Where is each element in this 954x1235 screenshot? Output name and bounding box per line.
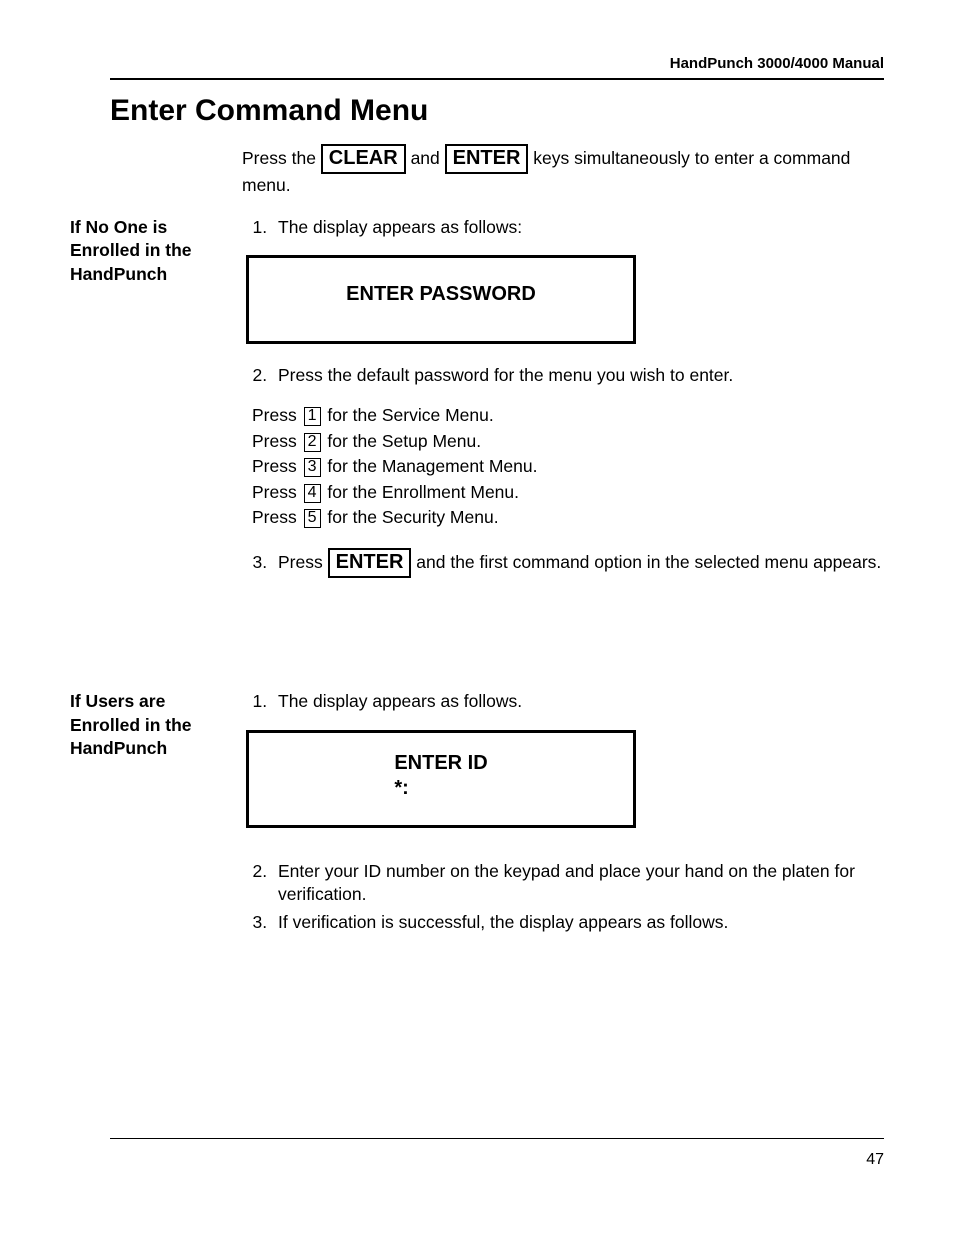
- page-number: 47: [866, 1151, 884, 1169]
- digit-1-icon: 1: [304, 407, 321, 426]
- digit-5-icon: 5: [304, 509, 321, 528]
- side-heading-1: If No One is Enrolled in the HandPunch: [70, 216, 234, 287]
- menu-line-4: Press 4 for the Enrollment Menu.: [252, 481, 884, 505]
- enter-keycap-2: ENTER: [328, 548, 412, 578]
- s1-step2: Press the default password for the menu …: [272, 364, 884, 388]
- digit-3-icon: 3: [304, 458, 321, 477]
- section-users-enrolled: If Users are Enrolled in the HandPunch T…: [70, 690, 884, 951]
- digit-4-icon: 4: [304, 484, 321, 503]
- digit-2-icon: 2: [304, 433, 321, 452]
- menu-line-3: Press 3 for the Management Menu.: [252, 455, 884, 479]
- section-no-one-enrolled: If No One is Enrolled in the HandPunch T…: [70, 216, 884, 594]
- s2-step1: The display appears as follows.: [272, 690, 884, 714]
- display-box-enter-id: ENTER ID *:: [246, 730, 636, 828]
- display-text-star: *:: [394, 776, 487, 801]
- running-header: HandPunch 3000/4000 Manual: [110, 55, 884, 80]
- page: HandPunch 3000/4000 Manual Enter Command…: [0, 0, 954, 1235]
- clear-keycap: CLEAR: [321, 144, 406, 174]
- enter-keycap: ENTER: [445, 144, 529, 174]
- menu-line-2: Press 2 for the Setup Menu.: [252, 430, 884, 454]
- s1-step1: The display appears as follows:: [272, 216, 884, 240]
- display-text-password: ENTER PASSWORD: [346, 282, 536, 307]
- menu-line-1: Press 1 for the Service Menu.: [252, 404, 884, 428]
- display-box-password: ENTER PASSWORD: [246, 255, 636, 344]
- intro-mid: and: [411, 148, 445, 168]
- intro-pre: Press the: [242, 148, 321, 168]
- page-title: Enter Command Menu: [110, 94, 884, 128]
- s1-step3: Press ENTER and the first command option…: [272, 548, 884, 578]
- s2-step2: Enter your ID number on the keypad and p…: [272, 860, 884, 907]
- display-text-enter-id: ENTER ID: [394, 751, 487, 776]
- menu-password-list: Press 1 for the Service Menu. Press 2 fo…: [252, 404, 884, 530]
- intro-paragraph: Press the CLEAR and ENTER keys simultane…: [242, 144, 884, 198]
- side-heading-2: If Users are Enrolled in the HandPunch: [70, 690, 234, 761]
- s2-step3: If verification is successful, the displ…: [272, 911, 884, 935]
- footer-rule: [110, 1138, 884, 1139]
- menu-line-5: Press 5 for the Security Menu.: [252, 506, 884, 530]
